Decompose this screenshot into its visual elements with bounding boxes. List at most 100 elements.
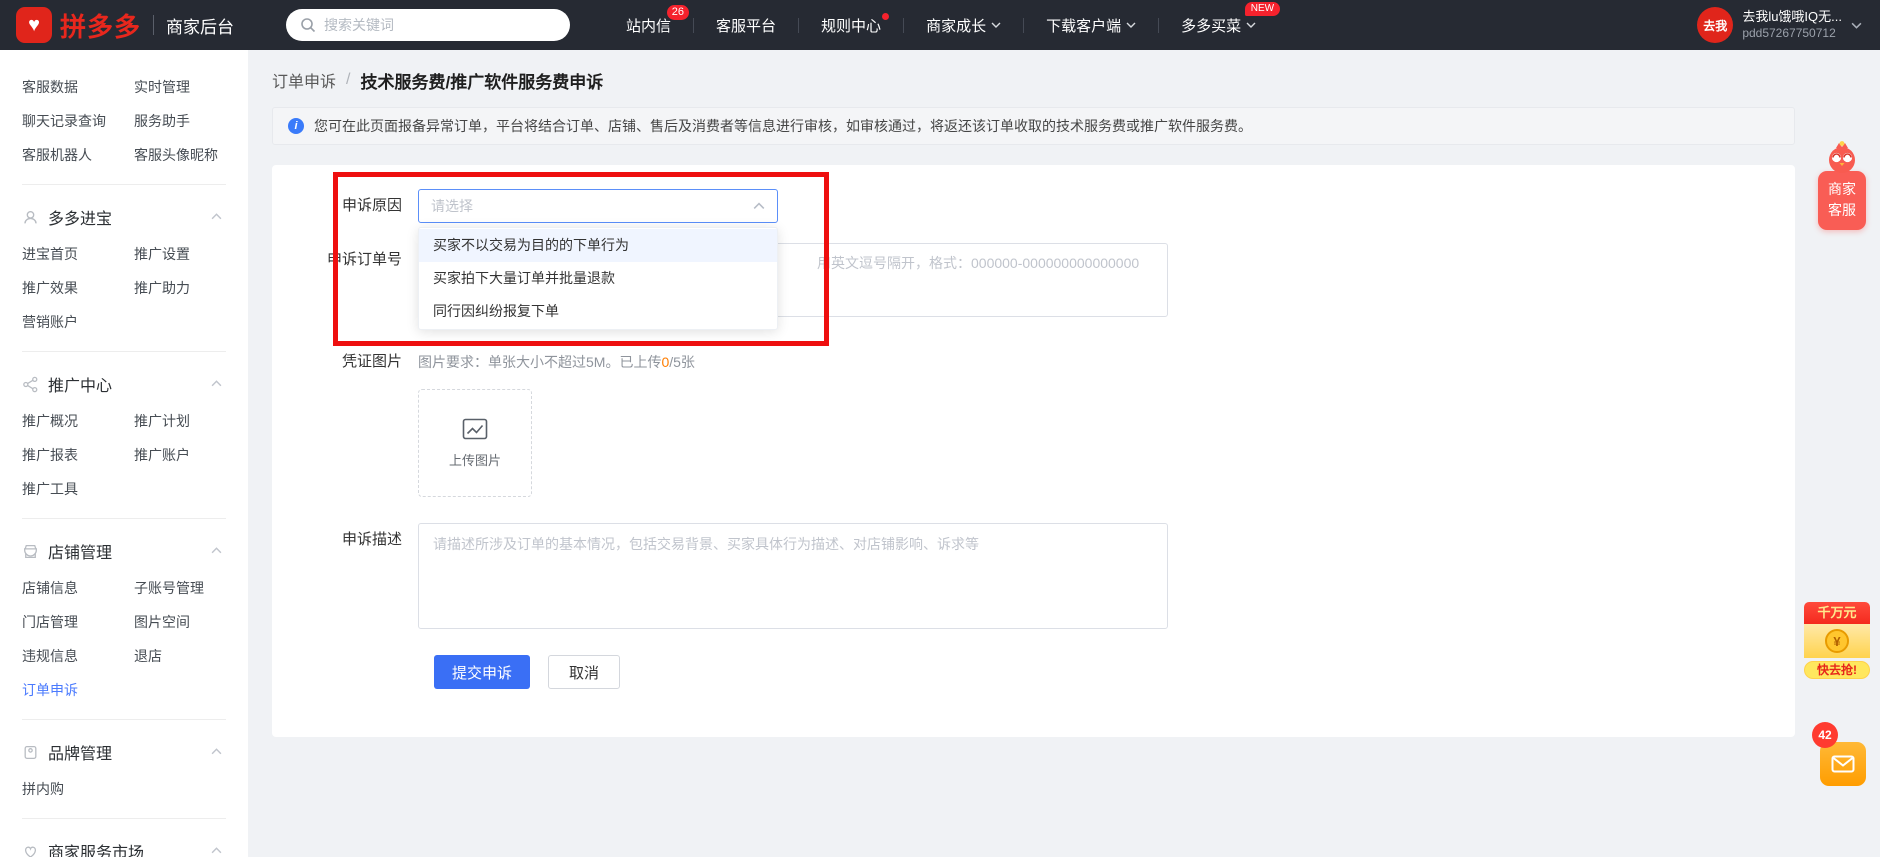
merchant-cs-button[interactable]: 商家 客服 [1818,171,1866,230]
sidebar-item-promotion-overview[interactable]: 推广概况 [22,411,134,431]
sidebar-item-promotion-report[interactable]: 推广报表 [22,445,134,465]
appeal-reason-label: 申诉原因 [341,197,402,214]
dropdown-option-non-trade-order[interactable]: 买家不以交易为目的的下单行为 [419,229,777,262]
chevron-up-icon [211,213,222,220]
cancel-button[interactable]: 取消 [548,655,620,689]
gold-coin-icon: ¥ [1825,629,1849,653]
notification-dot [882,13,890,20]
sidebar-item-cs-robot[interactable]: 客服机器人 [22,145,134,165]
sidebar-section-promotion-center[interactable]: 推广中心 [22,364,248,404]
sidebar-item-chat-log-search[interactable]: 聊天记录查询 [22,111,134,131]
mail-tile-button[interactable] [1820,742,1866,786]
user-name: 去我lu饿哦IQ无... [1742,9,1842,24]
sidebar-divider [22,719,226,720]
mail-count-badge: 42 [1812,722,1838,748]
sidebar-section-merchant-service-market[interactable]: 商家服务市场 [22,831,248,857]
top-navigation: 站内信 26 客服平台 规则中心 商家成长 下载客户端 多多买菜 NEW [604,0,1281,50]
chevron-up-icon [211,748,222,755]
sidebar-section-brand-management[interactable]: 品牌管理 [22,732,248,772]
breadcrumb-order-appeal[interactable]: 订单申诉 [272,68,336,92]
info-banner-text: 您可在此页面报备异常订单，平台将结合订单、店铺、售后及消费者等信息进行审核，如审… [314,118,1252,134]
sidebar-item-service-assistant[interactable]: 服务助手 [134,111,246,131]
global-search[interactable] [286,9,571,41]
storefront-icon [24,544,37,558]
dropdown-option-competitor-revenge[interactable]: 同行因纠纷报复下单 [419,295,777,328]
sidebar-section-duoduo-jinbao[interactable]: 多多进宝 [22,197,248,237]
breadcrumb-separator: / [346,71,351,88]
sidebar-item-exit-shop[interactable]: 退店 [134,646,246,666]
nav-customer-service-platform[interactable]: 客服平台 [694,0,798,50]
avatar: 去我 [1697,7,1734,43]
order-number-label: 申诉订单号 [326,251,402,268]
picture-icon [462,418,488,439]
sidebar-item-subaccount-management[interactable]: 子账号管理 [134,578,246,598]
sidebar-item-store-management[interactable]: 门店管理 [22,612,134,632]
appeal-reason-dropdown: 买家不以交易为目的的下单行为 买家拍下大量订单并批量退款 同行因纠纷报复下单 [418,227,778,330]
sidebar-item-promotion-effect[interactable]: 推广效果 [22,278,134,298]
search-icon [301,18,316,33]
merchant-cs-widget[interactable]: 商家 客服 [1818,140,1866,230]
appeal-reason-select[interactable]: 请选择 [418,189,778,223]
nav-merchant-growth[interactable]: 商家成长 [904,0,1023,50]
sidebar-item-customer-service-data[interactable]: 客服数据 [22,77,134,97]
new-badge: NEW [1244,2,1281,16]
sidebar-divider [22,351,226,352]
doll-icon [24,210,37,223]
sidebar-item-pin-internal-purchase[interactable]: 拼内购 [22,779,134,799]
nav-messages[interactable]: 站内信 26 [604,0,693,50]
evidence-image-label: 凭证图片 [341,353,402,370]
sidebar-item-marketing-account[interactable]: 营销账户 [22,312,134,332]
sidebar-item-promotion-boost[interactable]: 推广助力 [134,278,246,298]
chevron-down-icon [1851,22,1862,29]
promo-body: ¥ [1804,624,1870,658]
appeal-description-textarea[interactable]: 请描述所涉及订单的基本情况，包括交易背景、买家具体行为描述、对店铺影响、诉求等 [418,523,1168,629]
appeal-reason-placeholder: 请选择 [431,198,473,214]
sidebar: 客服数据 实时管理 聊天记录查询 服务助手 客服机器人 客服头像昵称 多多进宝 … [0,50,248,857]
appeal-description-placeholder: 请描述所涉及订单的基本情况，包括交易背景、买家具体行为描述、对店铺影响、诉求等 [433,536,979,552]
promo-grab-button[interactable]: 快去抢! [1804,661,1870,679]
appeal-description-label: 申诉描述 [341,531,402,548]
sidebar-item-promotion-account[interactable]: 推广账户 [134,445,246,465]
sidebar-item-cs-avatar-nickname[interactable]: 客服头像昵称 [134,145,246,165]
user-menu[interactable]: 去我 去我lu饿哦IQ无... pdd57267750712 [1697,7,1862,43]
tag-icon [24,745,37,759]
sidebar-item-order-appeal[interactable]: 订单申诉 [22,680,134,700]
sidebar-section-shop-management[interactable]: 店铺管理 [22,531,248,571]
submit-appeal-button[interactable]: 提交申诉 [434,655,530,689]
page-title: 技术服务费/推广软件服务费申诉 [360,72,604,92]
user-id: pdd57267750712 [1742,26,1836,40]
brand-name: 拼多多 [60,11,142,42]
search-input[interactable] [324,17,557,33]
sidebar-item-violation-info[interactable]: 违规信息 [22,646,134,666]
sidebar-item-shop-info[interactable]: 店铺信息 [22,578,134,598]
evidence-requirement-text: 图片要求：单张大小不超过5M。已上传0/5张 [418,354,695,370]
nav-download-client[interactable]: 下载客户端 [1024,0,1158,50]
promo-title: 千万元 [1804,602,1870,624]
chevron-down-icon [1246,22,1256,28]
pinduoduo-logo-icon[interactable]: ♥ [16,7,52,43]
main-area: 订单申诉 / 技术服务费/推广软件服务费申诉 i 您可在此页面报备异常订单，平台… [248,50,1880,857]
sidebar-item-jinbao-home[interactable]: 进宝首页 [22,244,134,264]
heart-icon [25,846,36,857]
chevron-up-icon [753,202,765,209]
chevron-up-icon [211,380,222,387]
dropdown-option-bulk-order-refund[interactable]: 买家拍下大量订单并批量退款 [419,262,777,295]
sidebar-item-promotion-tools[interactable]: 推广工具 [22,479,134,499]
mail-widget[interactable]: 42 [1812,722,1866,792]
bird-mascot-icon [1829,141,1855,173]
info-icon: i [288,118,304,134]
sidebar-item-promotion-plan[interactable]: 推广计划 [134,411,246,431]
upload-image-label: 上传图片 [448,452,501,468]
brand-divider [153,15,155,35]
nav-rules-center[interactable]: 规则中心 [799,0,903,50]
suite-name: 商家后台 [166,17,235,37]
sidebar-item-image-space[interactable]: 图片空间 [134,612,246,632]
info-banner: i 您可在此页面报备异常订单，平台将结合订单、店铺、售后及消费者等信息进行审核，… [272,107,1795,145]
sidebar-item-promotion-settings[interactable]: 推广设置 [134,244,246,264]
sidebar-item-realtime-management[interactable]: 实时管理 [134,77,246,97]
nav-duoduo-maicai[interactable]: 多多买菜 NEW [1159,0,1281,50]
chevron-down-icon [991,22,1001,28]
envelope-icon [1831,755,1855,773]
upload-image-button[interactable]: 上传图片 [418,389,532,497]
cash-promo-widget[interactable]: 千万元 ¥ 快去抢! [1804,602,1870,679]
